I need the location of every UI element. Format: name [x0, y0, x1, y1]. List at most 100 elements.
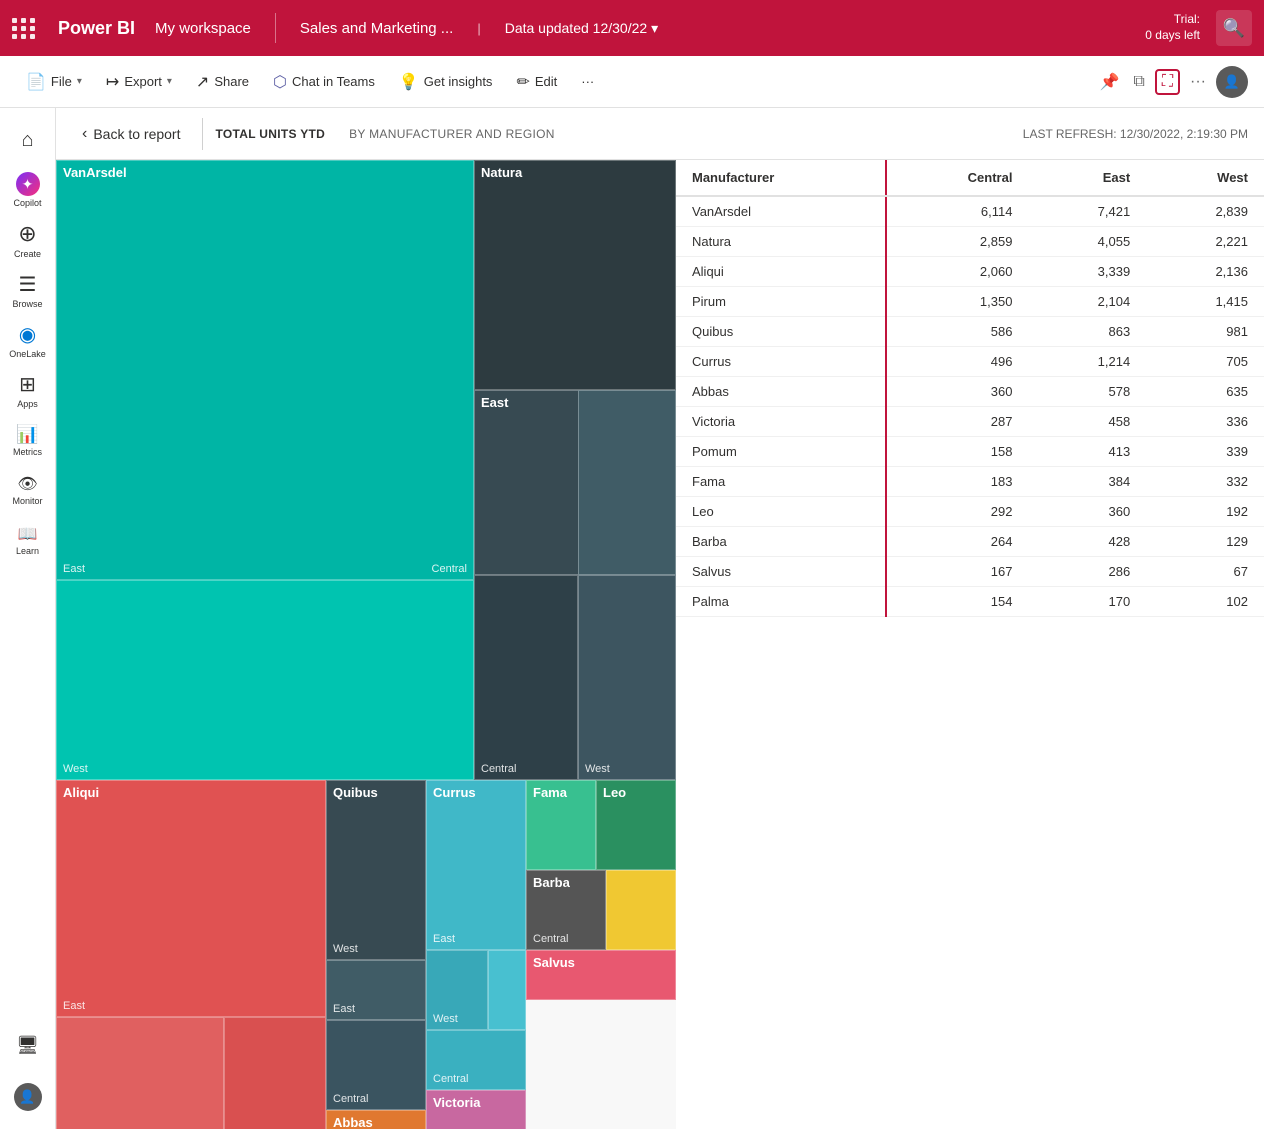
- cell-east: 863: [1028, 317, 1146, 347]
- cell-central: 158: [886, 437, 1028, 467]
- treemap-cell-victoria2[interactable]: Victoria West: [426, 1090, 526, 1129]
- sidebar-item-learn[interactable]: 📖 Learn: [4, 516, 52, 564]
- cell-manufacturer: VanArsdel: [676, 196, 886, 227]
- treemap-cell-barba[interactable]: Barba Central: [526, 870, 606, 950]
- treemap-cell-natura[interactable]: Natura: [474, 160, 676, 390]
- sidebar-item-metrics[interactable]: 📊 Metrics: [4, 416, 52, 464]
- natura-label: Natura: [475, 161, 675, 185]
- treemap-cell-leo[interactable]: Leo: [596, 780, 676, 870]
- tab-total-units-ytd[interactable]: TOTAL UNITS YTD: [215, 127, 325, 141]
- cell-west: 2,136: [1146, 257, 1264, 287]
- treemap-cell-aliqui[interactable]: Aliqui East: [56, 780, 326, 1017]
- treemap-cell-currus-central2[interactable]: Central: [426, 1030, 526, 1090]
- treemap-cell-fama[interactable]: Fama: [526, 780, 596, 870]
- onelake-icon: ◉: [19, 322, 36, 347]
- treemap-cell-quibus[interactable]: Quibus West: [326, 780, 426, 960]
- sidebar-item-home[interactable]: ⌂: [4, 116, 52, 164]
- cell-west: 67: [1146, 557, 1264, 587]
- file-button[interactable]: 📄 File ▾: [16, 66, 92, 98]
- share-button[interactable]: ↗ Share: [186, 66, 259, 98]
- insights-button[interactable]: 💡 Get insights: [389, 66, 503, 98]
- treemap-cell-currus[interactable]: Currus East: [426, 780, 526, 950]
- vanarsdel-central-label: Central: [432, 563, 467, 575]
- workspace-label[interactable]: My workspace: [155, 20, 251, 37]
- table-row: Salvus 167 286 67: [676, 557, 1264, 587]
- treemap-cell-vanarsdel[interactable]: VanArsdel East Central: [56, 160, 474, 580]
- cell-west: 192: [1146, 497, 1264, 527]
- edit-button[interactable]: ✏ Edit: [506, 66, 567, 98]
- treemap-cell-aliqui-west[interactable]: West: [56, 1017, 224, 1129]
- sidebar-item-browse[interactable]: ☰ Browse: [4, 266, 52, 314]
- chat-teams-button[interactable]: ⬡ Chat in Teams: [263, 66, 385, 98]
- export-icon: ↦: [106, 72, 119, 92]
- cell-east: 1,214: [1028, 347, 1146, 377]
- treemap-cell-barba-yellow[interactable]: [606, 870, 676, 950]
- edit-icon: ✏: [516, 72, 529, 92]
- treemap-cell-natura-west[interactable]: [578, 390, 676, 575]
- monitor-icon: 👁: [17, 474, 37, 494]
- table-row: Palma 154 170 102: [676, 587, 1264, 617]
- table-row: Abbas 360 578 635: [676, 377, 1264, 407]
- treemap-cell-quibus-central[interactable]: Central: [326, 1020, 426, 1110]
- split-panel: VanArsdel East Central West Natura East: [56, 160, 1264, 1129]
- treemap-cell-currus-west[interactable]: West: [426, 950, 488, 1030]
- sidebar-item-monitor[interactable]: 👁 Monitor: [4, 466, 52, 514]
- avatar[interactable]: 👤: [1216, 66, 1248, 98]
- treemap-cell-salvus[interactable]: Salvus: [526, 950, 676, 1000]
- cell-manufacturer: Salvus: [676, 557, 886, 587]
- table-row: Victoria 287 458 336: [676, 407, 1264, 437]
- sidebar-item-apps[interactable]: ⊞ Apps: [4, 366, 52, 414]
- quibus-central-label: Central: [333, 1093, 368, 1105]
- fama-label: Fama: [527, 781, 595, 805]
- cell-manufacturer: Leo: [676, 497, 886, 527]
- title-divider: [275, 13, 276, 43]
- treemap-cell-natura-west2[interactable]: West: [578, 575, 676, 780]
- tab-by-manufacturer[interactable]: BY MANUFACTURER AND REGION: [349, 127, 555, 141]
- report-title: Sales and Marketing ...: [300, 20, 453, 37]
- treemap-cell-vanarsdel-west[interactable]: West: [56, 580, 474, 780]
- focus-mode-icon[interactable]: ⛶: [1155, 69, 1180, 95]
- col-manufacturer: Manufacturer: [676, 160, 886, 196]
- cell-east: 360: [1028, 497, 1146, 527]
- trial-info: Trial: 0 days left: [1145, 12, 1200, 43]
- pin-icon[interactable]: 📌: [1095, 68, 1123, 96]
- treemap-cell-currus-central[interactable]: [488, 950, 526, 1030]
- data-updated[interactable]: Data updated 12/30/22 ▾: [505, 20, 659, 37]
- treemap-cell-natura-central[interactable]: Central: [474, 575, 578, 780]
- sidebar-item-onelake[interactable]: ◉ OneLake: [4, 316, 52, 364]
- cell-east: 170: [1028, 587, 1146, 617]
- sidebar-item-copilot[interactable]: ✦ Copilot: [4, 166, 52, 214]
- cell-manufacturer: Barba: [676, 527, 886, 557]
- cell-central: 1,350: [886, 287, 1028, 317]
- table-row: Pirum 1,350 2,104 1,415: [676, 287, 1264, 317]
- table-row: Currus 496 1,214 705: [676, 347, 1264, 377]
- cell-manufacturer: Victoria: [676, 407, 886, 437]
- back-arrow-icon: ‹: [82, 125, 87, 143]
- duplicate-icon[interactable]: ⧉: [1129, 69, 1148, 95]
- sidebar-item-user[interactable]: 👤: [4, 1073, 52, 1121]
- cell-central: 586: [886, 317, 1028, 347]
- app-grid-icon[interactable]: [12, 18, 36, 39]
- sidebar-item-screen[interactable]: 🖥: [4, 1021, 52, 1069]
- aliqui-east-label: East: [63, 1000, 85, 1012]
- treemap-cell-abbas[interactable]: Abbas: [326, 1110, 426, 1129]
- barba-label: Barba: [527, 871, 605, 895]
- export-button[interactable]: ↦ Export ▾: [96, 66, 182, 98]
- file-icon: 📄: [26, 72, 46, 92]
- more-button[interactable]: ···: [571, 68, 604, 95]
- cell-central: 2,859: [886, 227, 1028, 257]
- treemap-cell-aliqui-central[interactable]: Central: [224, 1017, 326, 1129]
- table-row: Fama 183 384 332: [676, 467, 1264, 497]
- currus-label: Currus: [427, 781, 525, 805]
- teams-icon: ⬡: [273, 72, 287, 92]
- currus-west-label: West: [433, 1013, 458, 1025]
- top-bar: Power BI My workspace Sales and Marketin…: [0, 0, 1264, 56]
- cell-west: 332: [1146, 467, 1264, 497]
- treemap-cell-quibus-east[interactable]: East: [326, 960, 426, 1020]
- back-to-report-button[interactable]: ‹ Back to report: [72, 119, 190, 149]
- col-west: West: [1146, 160, 1264, 196]
- search-button[interactable]: 🔍: [1216, 10, 1252, 46]
- screen-icon: 🖥: [16, 1035, 39, 1056]
- ellipsis-icon[interactable]: ···: [1186, 69, 1210, 95]
- sidebar-item-create[interactable]: ⊕ Create: [4, 216, 52, 264]
